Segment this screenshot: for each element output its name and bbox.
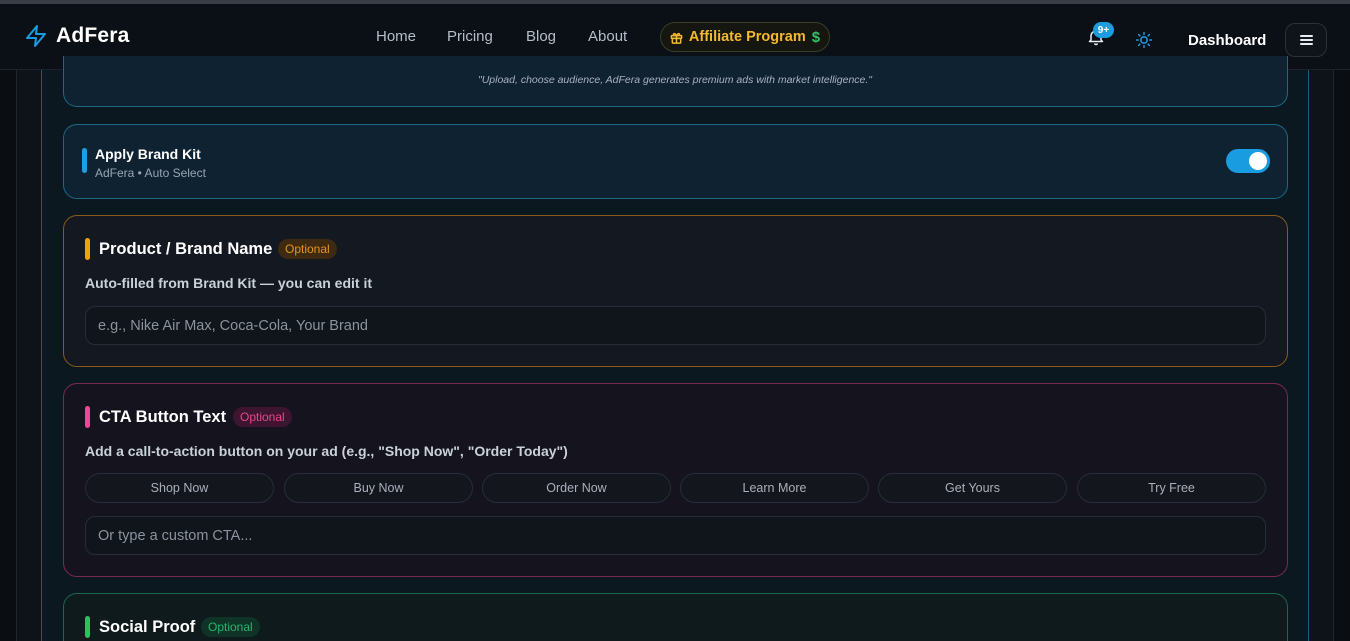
affiliate-program-label: Affiliate Program [688, 29, 806, 45]
nav-home-link[interactable]: Home [376, 28, 416, 45]
cta-option-try-free[interactable]: Try Free [1077, 473, 1266, 503]
gift-icon [670, 32, 683, 44]
left-page-margin [0, 70, 16, 641]
cta-option-shop-now[interactable]: Shop Now [85, 473, 274, 503]
brand-logo[interactable]: AdFera [24, 24, 130, 48]
hamburger-icon [1299, 35, 1313, 45]
brand-kit-accent-bar [82, 148, 87, 173]
brand-kit-toggle[interactable] [1226, 149, 1270, 173]
product-description: Auto-filled from Brand Kit — you can edi… [85, 275, 372, 291]
hamburger-menu-button[interactable] [1285, 23, 1327, 57]
cta-description: Add a call-to-action button on your ad (… [85, 443, 568, 459]
social-proof-optional-badge: Optional [201, 617, 260, 637]
product-name-input[interactable] [85, 306, 1266, 345]
brand-kit-title: Apply Brand Kit [95, 146, 201, 162]
dashboard-link[interactable]: Dashboard [1188, 32, 1266, 49]
brand-kit-subtitle: AdFera • Auto Select [95, 166, 206, 180]
social-proof-accent-bar [85, 616, 90, 638]
product-accent-bar [85, 238, 90, 260]
product-section-title: Product / Brand Name [99, 240, 273, 258]
brand-name: AdFera [56, 24, 130, 47]
cta-option-get-yours[interactable]: Get Yours [878, 473, 1067, 503]
toggle-knob [1249, 152, 1267, 170]
notification-count-badge: 9+ [1093, 22, 1114, 38]
dollar-icon: $ [811, 28, 821, 46]
tagline-text: "Upload, choose audience, AdFera generat… [477, 74, 873, 86]
cta-option-order-now[interactable]: Order Now [482, 473, 671, 503]
product-optional-badge: Optional [278, 239, 337, 259]
nav-pricing-link[interactable]: Pricing [447, 28, 493, 45]
custom-cta-input[interactable] [85, 516, 1266, 555]
right-page-margin [1334, 70, 1350, 641]
cta-accent-bar [85, 406, 90, 428]
nav-about-link[interactable]: About [588, 28, 627, 45]
cta-section-title: CTA Button Text [99, 408, 227, 426]
cta-option-learn-more[interactable]: Learn More [680, 473, 869, 503]
cta-option-buy-now[interactable]: Buy Now [284, 473, 473, 503]
cta-optional-badge: Optional [233, 407, 292, 427]
theme-toggle-sun-icon[interactable] [1135, 31, 1153, 49]
nav-blog-link[interactable]: Blog [526, 28, 556, 45]
brand-kit-card [63, 124, 1288, 199]
social-proof-section-title: Social Proof [99, 618, 196, 636]
lightning-icon [26, 25, 46, 47]
affiliate-program-button[interactable]: Affiliate Program $ [660, 22, 830, 52]
